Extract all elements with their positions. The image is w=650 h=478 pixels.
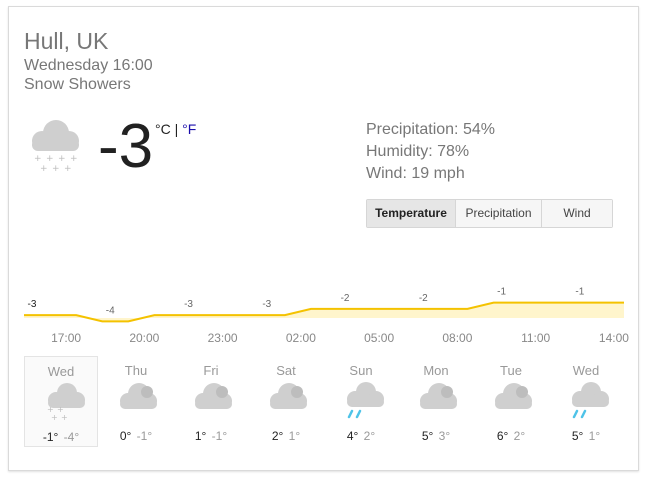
current-temperature: -3 <box>98 112 154 181</box>
precipitation-value: Precipitation: 54% <box>366 121 495 138</box>
temperature-data-label: -1 <box>575 287 584 298</box>
wind-value: Wind: 19 mph <box>366 165 465 182</box>
chart-tabs: Temperature Precipitation Wind <box>366 199 613 228</box>
forecast-low: 2° <box>363 429 376 443</box>
cloud-icon <box>495 383 532 409</box>
forecast-low: -4° <box>63 430 80 444</box>
unit-separator: | <box>170 121 183 137</box>
temperature-data-label: -3 <box>262 299 271 310</box>
forecast-high: 2° <box>271 429 284 443</box>
hour-tick-label: 05:00 <box>364 331 395 345</box>
forecast-day[interactable]: Mon 5° 3° <box>399 356 473 447</box>
tab-precipitation[interactable]: Precipitation <box>455 200 541 227</box>
forecast-low: 2° <box>513 429 526 443</box>
svg-text:+: + <box>40 164 48 174</box>
svg-text:+: + <box>58 154 66 164</box>
forecast-day[interactable]: Tue 6° 2° <box>474 356 548 447</box>
forecast-temps: 1° -1° <box>174 429 248 443</box>
humidity-value: Humidity: 78% <box>366 143 470 160</box>
unit-switch: °C | °F <box>155 121 196 137</box>
forecast-temps: -1° -4° <box>25 430 97 444</box>
svg-text:+: + <box>52 164 60 174</box>
svg-text:+: + <box>70 154 78 164</box>
location-title: Hull, UK <box>24 28 109 54</box>
forecast-temps: 5° 3° <box>399 429 473 443</box>
hour-tick-label: 20:00 <box>129 331 160 345</box>
hour-tick-label: 08:00 <box>442 331 473 345</box>
forecast-day[interactable]: Wed 5° 1° <box>549 356 623 447</box>
forecast-day-name: Sun <box>349 363 373 378</box>
temperature-data-label: -1 <box>497 287 506 298</box>
forecast-day[interactable]: Fri 1° -1° <box>174 356 248 447</box>
forecast-day-name: Sat <box>276 363 296 378</box>
hour-tick-label: 11:00 <box>521 331 551 345</box>
cloud-snow-icon: + ++ + <box>47 383 85 420</box>
temperature-data-label: -2 <box>419 293 428 304</box>
forecast-low: -1° <box>136 429 153 443</box>
forecast-day-name: Wed <box>47 364 75 379</box>
cloud-rain-icon <box>347 382 384 419</box>
forecast-high: 4° <box>346 429 359 443</box>
cloud-icon <box>270 383 307 409</box>
svg-text:+: + <box>64 164 72 174</box>
forecast-temps: 6° 2° <box>474 429 548 443</box>
forecast-day[interactable]: Sun 4° 2° <box>324 356 398 447</box>
forecast-high: 5° <box>571 429 584 443</box>
hour-tick-label: 02:00 <box>285 331 316 345</box>
temperature-data-label: -4 <box>106 305 115 316</box>
cloud-icon <box>120 383 157 409</box>
forecast-day[interactable]: Thu 0° -1° <box>99 356 173 447</box>
svg-text:+: + <box>61 413 68 420</box>
hour-tick-label: 17:00 <box>51 331 82 345</box>
forecast-day-name: Wed <box>572 363 600 378</box>
forecast-high: 0° <box>119 429 132 443</box>
forecast-low: 3° <box>438 429 451 443</box>
temperature-data-label: -2 <box>341 293 350 304</box>
forecast-day-name: Mon <box>423 363 449 378</box>
forecast-day-name: Fri <box>203 363 219 378</box>
forecast-temps: 0° -1° <box>99 429 173 443</box>
forecast-day-name: Thu <box>124 363 148 378</box>
forecast-low: 1° <box>588 429 601 443</box>
unit-fahrenheit[interactable]: °F <box>182 121 196 137</box>
cloud-rain-icon <box>572 382 609 419</box>
forecast-high: 6° <box>496 429 509 443</box>
svg-text:+: + <box>34 154 42 164</box>
cloud-icon <box>420 383 457 409</box>
hour-tick-label: 14:00 <box>598 331 629 345</box>
hour-tick-label: 23:00 <box>207 331 238 345</box>
unit-celsius[interactable]: °C <box>155 121 171 137</box>
condition-text: Snow Showers <box>24 76 131 93</box>
forecast-high: 1° <box>194 429 207 443</box>
forecast-low: 1° <box>288 429 301 443</box>
forecast-temps: 4° 2° <box>324 429 398 443</box>
tab-temperature[interactable]: Temperature <box>367 200 455 227</box>
date-time: Wednesday 16:00 <box>24 57 153 74</box>
temperature-data-label: -3 <box>28 299 37 310</box>
svg-text:+: + <box>46 154 54 164</box>
tab-wind[interactable]: Wind <box>541 200 612 227</box>
weather-details: Precipitation: 54% Humidity: 78% Wind: 1… <box>366 119 495 185</box>
forecast-high: 5° <box>421 429 434 443</box>
forecast-low: -1° <box>211 429 228 443</box>
forecast-day[interactable]: Sat 2° 1° <box>249 356 323 447</box>
cloud-snow-icon: + + + + + + + <box>32 120 79 174</box>
forecast-day[interactable]: Wed + + + + -1° -4° <box>24 356 98 447</box>
forecast-high: -1° <box>42 430 59 444</box>
temperature-data-label: -3 <box>184 299 193 310</box>
forecast-temps: 5° 1° <box>549 429 623 443</box>
svg-text:+: + <box>51 413 58 420</box>
forecast-temps: 2° 1° <box>249 429 323 443</box>
forecast-day-name: Tue <box>500 363 522 378</box>
cloud-icon <box>195 383 232 409</box>
